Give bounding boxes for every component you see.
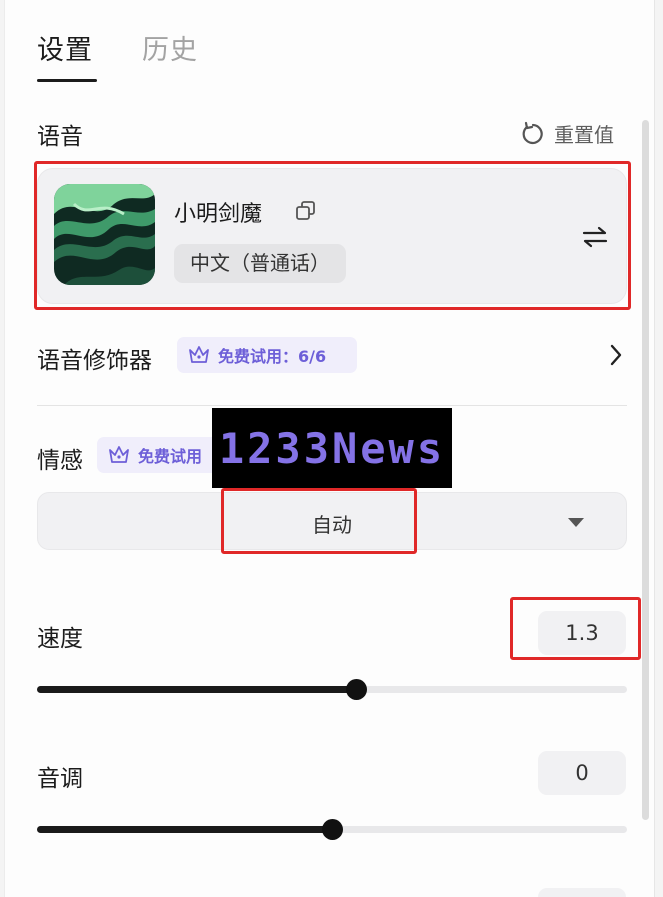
tab-history[interactable]: 历史: [142, 28, 198, 67]
speed-slider-fill: [37, 686, 356, 693]
free-trial-badge: 免费试用：6/6: [177, 337, 357, 373]
free-trial-text: 免费试用：6/6: [218, 347, 327, 366]
crown-icon: [189, 346, 209, 363]
reset-label: 重置值: [554, 123, 614, 147]
voice-section-label: 语音: [37, 124, 83, 150]
pitch-value-input[interactable]: 0: [538, 751, 626, 795]
next-value-input[interactable]: [538, 888, 626, 897]
pitch-label: 音调: [37, 766, 83, 792]
pitch-slider[interactable]: [37, 819, 627, 840]
pitch-slider-fill: [37, 826, 332, 833]
scrollbar[interactable]: [642, 120, 649, 820]
highlight-box-voice-card: [34, 161, 631, 310]
active-tab-indicator: [37, 79, 97, 82]
tab-settings[interactable]: 设置: [37, 28, 93, 67]
emotion-free-trial-badge: 免费试用: [97, 437, 227, 473]
highlight-box-speed-value: [510, 597, 641, 660]
caret-down-icon: [568, 518, 584, 527]
speed-slider[interactable]: [37, 679, 627, 700]
chevron-right-icon[interactable]: [607, 342, 625, 368]
voice-modifier-label: 语音修饰器: [37, 348, 152, 374]
highlight-box-emotion-value: [221, 488, 417, 554]
section-divider: [37, 405, 627, 406]
speed-slider-thumb[interactable]: [345, 679, 367, 700]
reset-icon: [522, 121, 543, 144]
watermark-logo: 1233News: [212, 408, 452, 488]
emotion-free-trial-text: 免费试用: [138, 447, 203, 466]
pitch-slider-thumb[interactable]: [322, 819, 343, 840]
settings-panel: 设置 历史 语音 重置值 小明剑魔 中文（普通话） 语音修饰器 免费试用：6/6…: [4, 0, 655, 897]
reset-button[interactable]: 重置值: [520, 119, 614, 148]
crown-icon: [109, 446, 129, 463]
speed-label: 速度: [37, 626, 83, 652]
emotion-label: 情感: [37, 448, 83, 474]
